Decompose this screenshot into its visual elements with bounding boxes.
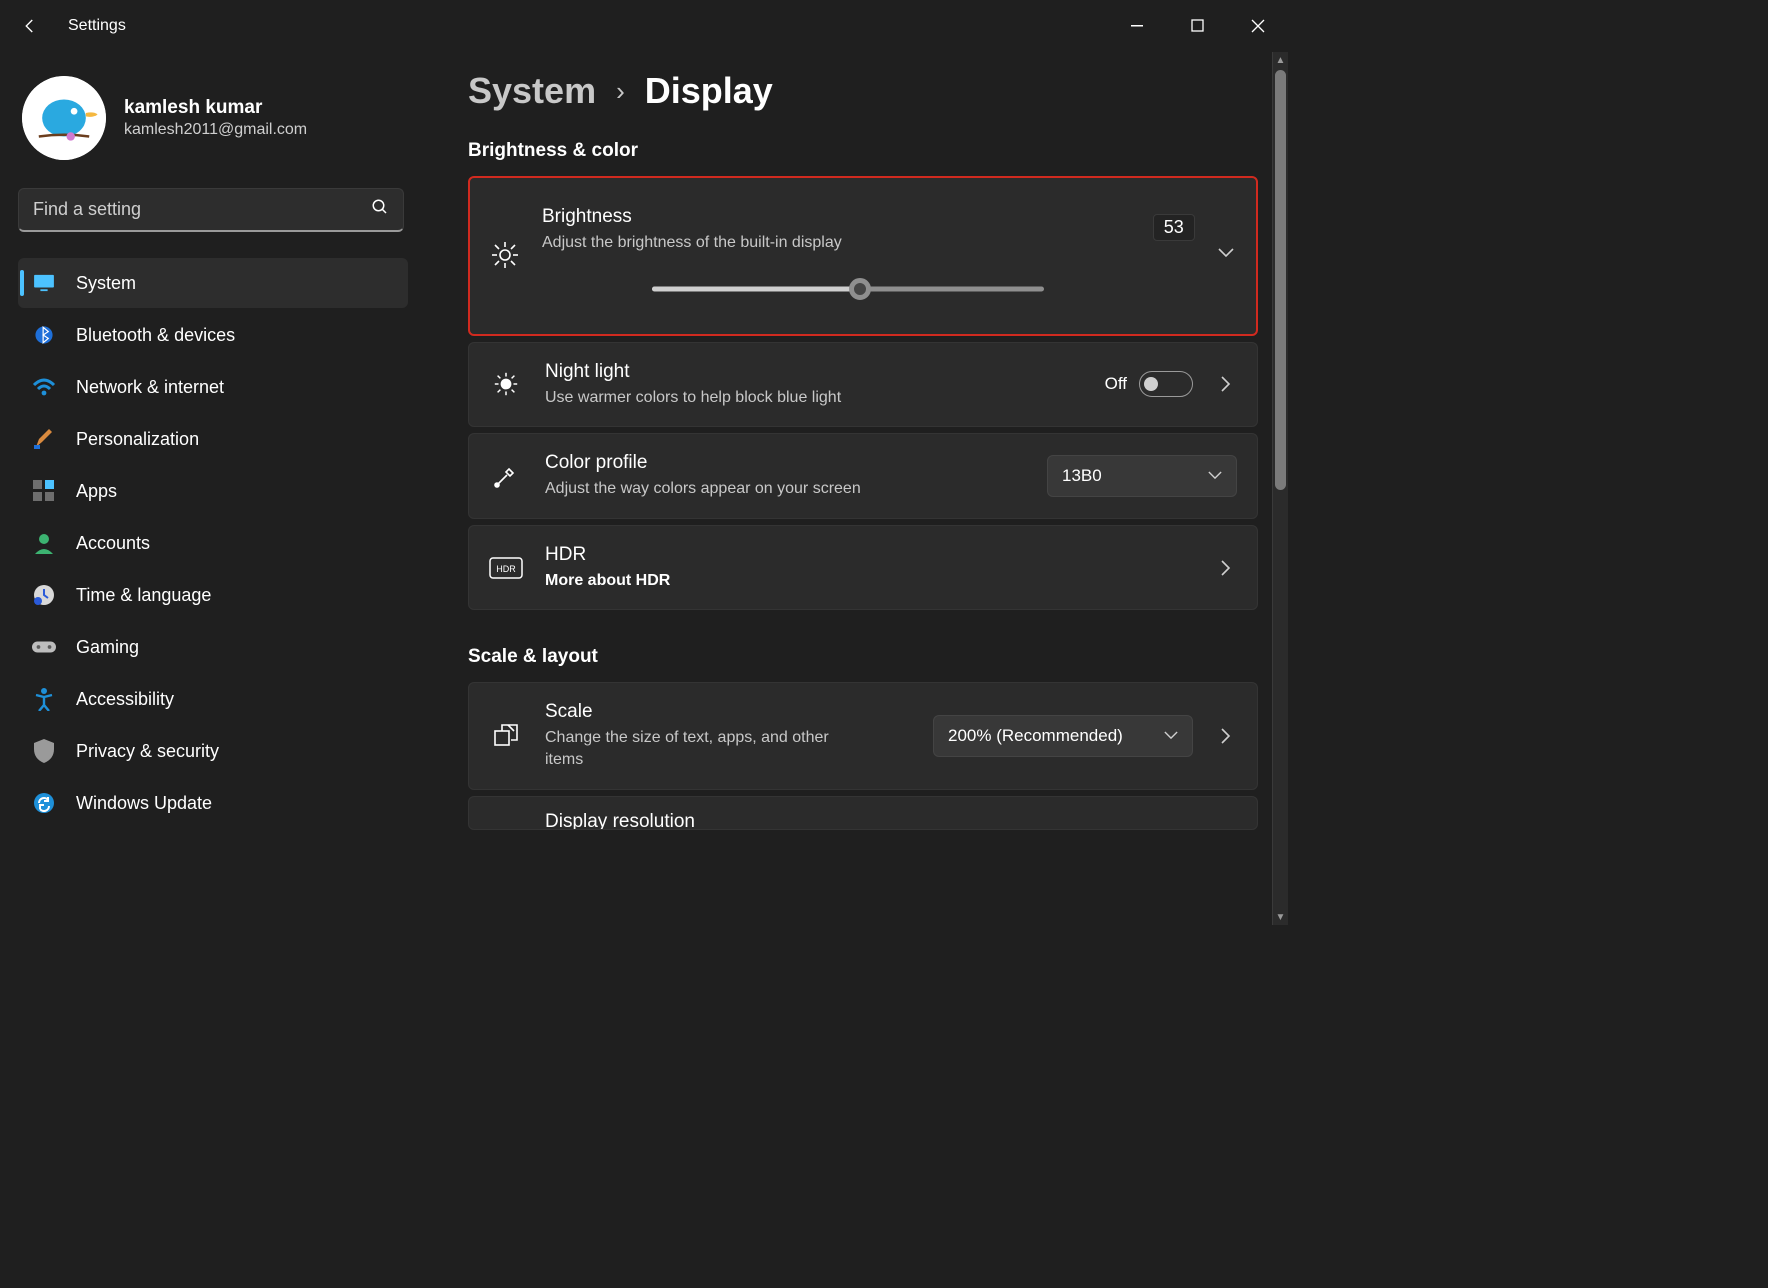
brightness-subtitle: Adjust the brightness of the built-in di…: [542, 232, 852, 254]
sidebar-item-update[interactable]: Windows Update: [18, 778, 408, 828]
color-profile-value: 13B0: [1062, 466, 1102, 486]
nav: System Bluetooth & devices Network & int…: [18, 258, 408, 828]
eyedropper-icon: [489, 463, 523, 489]
brightness-slider[interactable]: [652, 278, 1044, 300]
scrollbar[interactable]: ▲ ▼: [1272, 52, 1288, 925]
chevron-down-icon: [1208, 471, 1222, 480]
sidebar-item-privacy[interactable]: Privacy & security: [18, 726, 408, 776]
night-light-title: Night light: [545, 361, 1083, 383]
person-icon: [32, 531, 56, 555]
update-icon: [32, 791, 56, 815]
nav-label: Accessibility: [76, 689, 174, 710]
main-content: System › Display Brightness & color Brig…: [420, 52, 1288, 925]
chevron-right-icon[interactable]: [1215, 376, 1237, 392]
shield-icon: [32, 739, 56, 763]
sidebar-item-accounts[interactable]: Accounts: [18, 518, 408, 568]
nav-label: Bluetooth & devices: [76, 325, 235, 346]
chevron-right-icon[interactable]: [1215, 728, 1237, 744]
scroll-down-icon[interactable]: ▼: [1273, 909, 1288, 925]
sidebar: kamlesh kumar kamlesh2011@gmail.com Syst…: [0, 52, 420, 925]
apps-icon: [32, 479, 56, 503]
section-scale-layout: Scale & layout: [468, 646, 1288, 668]
chevron-down-icon: [1164, 731, 1178, 740]
display-resolution-title: Display resolution: [545, 811, 1237, 830]
scale-subtitle: Change the size of text, apps, and other…: [545, 727, 865, 770]
titlebar: Settings: [0, 0, 1288, 52]
app-title: Settings: [68, 17, 126, 35]
clock-icon: [32, 583, 56, 607]
chevron-right-icon: ›: [616, 76, 625, 107]
sidebar-item-accessibility[interactable]: Accessibility: [18, 674, 408, 724]
back-button[interactable]: [20, 16, 40, 36]
search-box[interactable]: [18, 188, 404, 232]
accessibility-icon: [32, 687, 56, 711]
avatar: [22, 76, 106, 160]
display-resolution-card[interactable]: Display resolution: [468, 796, 1258, 830]
user-name: kamlesh kumar: [124, 97, 307, 119]
color-profile-select[interactable]: 13B0: [1047, 455, 1237, 497]
night-light-toggle[interactable]: [1139, 371, 1193, 397]
scale-value: 200% (Recommended): [948, 726, 1123, 746]
hdr-icon: HDR: [489, 557, 523, 579]
bluetooth-icon: [32, 323, 56, 347]
breadcrumb-current: Display: [645, 70, 773, 112]
scale-title: Scale: [545, 701, 911, 723]
nav-label: Gaming: [76, 637, 139, 658]
night-light-icon: [489, 370, 523, 398]
display-icon: [32, 271, 56, 295]
search-input[interactable]: [33, 199, 371, 220]
sidebar-item-gaming[interactable]: Gaming: [18, 622, 408, 672]
close-button[interactable]: [1228, 4, 1288, 48]
scroll-up-icon[interactable]: ▲: [1273, 52, 1288, 68]
scale-icon: [489, 722, 523, 750]
maximize-button[interactable]: [1168, 4, 1228, 48]
brightness-card[interactable]: Brightness Adjust the brightness of the …: [468, 176, 1258, 336]
nav-label: System: [76, 273, 136, 294]
nav-label: Network & internet: [76, 377, 224, 398]
nav-label: Windows Update: [76, 793, 212, 814]
breadcrumb: System › Display: [468, 70, 1288, 112]
section-brightness-color: Brightness & color: [468, 140, 1288, 162]
scrollbar-thumb[interactable]: [1275, 70, 1286, 490]
sidebar-item-bluetooth[interactable]: Bluetooth & devices: [18, 310, 408, 360]
scale-select[interactable]: 200% (Recommended): [933, 715, 1193, 757]
minimize-button[interactable]: [1108, 4, 1168, 48]
sidebar-item-network[interactable]: Network & internet: [18, 362, 408, 412]
search-icon: [371, 198, 389, 221]
svg-text:HDR: HDR: [496, 564, 516, 574]
chevron-down-icon[interactable]: [1217, 248, 1236, 258]
hdr-subtitle[interactable]: More about HDR: [545, 570, 1193, 592]
user-email: kamlesh2011@gmail.com: [124, 121, 307, 139]
color-profile-subtitle: Adjust the way colors appear on your scr…: [545, 478, 1025, 500]
scale-card[interactable]: Scale Change the size of text, apps, and…: [468, 682, 1258, 789]
hdr-title: HDR: [545, 544, 1193, 566]
chevron-right-icon[interactable]: [1215, 560, 1237, 576]
brightness-value-badge: 53: [1153, 214, 1195, 241]
color-profile-title: Color profile: [545, 452, 1025, 474]
nav-label: Accounts: [76, 533, 150, 554]
sidebar-item-personalization[interactable]: Personalization: [18, 414, 408, 464]
nav-label: Apps: [76, 481, 117, 502]
night-light-subtitle: Use warmer colors to help block blue lig…: [545, 387, 1083, 409]
nav-label: Time & language: [76, 585, 211, 606]
sidebar-item-time[interactable]: Time & language: [18, 570, 408, 620]
sidebar-item-apps[interactable]: Apps: [18, 466, 408, 516]
wifi-icon: [32, 375, 56, 399]
nav-label: Privacy & security: [76, 741, 219, 762]
brightness-title: Brightness: [542, 206, 1183, 228]
color-profile-card[interactable]: Color profile Adjust the way colors appe…: [468, 433, 1258, 519]
breadcrumb-parent[interactable]: System: [468, 70, 596, 112]
hdr-card[interactable]: HDR HDR More about HDR: [468, 525, 1258, 611]
nav-label: Personalization: [76, 429, 199, 450]
night-light-card[interactable]: Night light Use warmer colors to help bl…: [468, 342, 1258, 428]
sidebar-item-system[interactable]: System: [18, 258, 408, 308]
user-block[interactable]: kamlesh kumar kamlesh2011@gmail.com: [22, 76, 408, 160]
paintbrush-icon: [32, 427, 56, 451]
gamepad-icon: [32, 635, 56, 659]
sun-icon: [490, 240, 520, 270]
night-light-state: Off: [1105, 374, 1127, 394]
